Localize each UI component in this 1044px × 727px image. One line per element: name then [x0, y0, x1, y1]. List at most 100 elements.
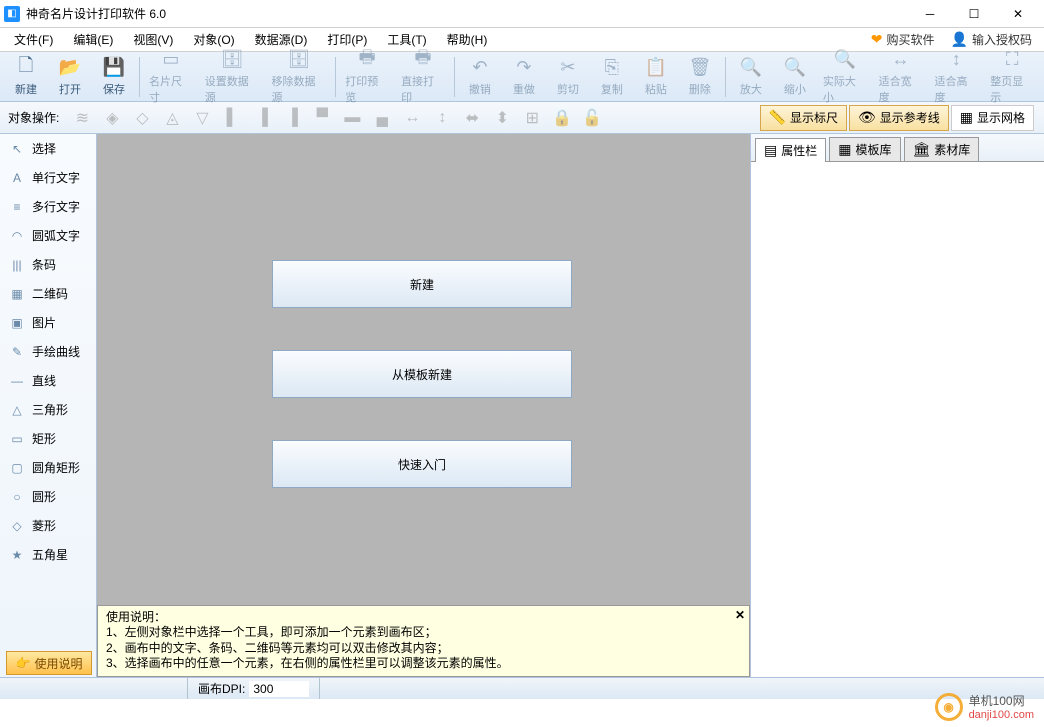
- separator: [139, 57, 140, 97]
- diamond-icon: ◇: [8, 517, 26, 535]
- separator: [725, 57, 726, 97]
- tool-delete[interactable]: 🗑删除: [678, 55, 722, 99]
- tool-paste[interactable]: 📋粘贴: [634, 55, 678, 99]
- rect-icon: ▭: [8, 430, 26, 448]
- tool-preview[interactable]: 🖶打印预览: [339, 47, 395, 107]
- line-icon: —: [8, 372, 26, 390]
- canvas-quickstart-button[interactable]: 快速入门: [272, 440, 572, 488]
- tool-rmds[interactable]: 🗄移除数据源: [266, 47, 333, 107]
- print-icon: 🖶: [412, 49, 434, 71]
- tool-line[interactable]: —直线: [0, 366, 96, 395]
- close-button[interactable]: ✕: [996, 0, 1040, 28]
- obj-distribute-v-icon[interactable]: ↕: [429, 106, 455, 130]
- obj-send-back-icon[interactable]: ◇: [129, 106, 155, 130]
- tool-freehand[interactable]: ✎手绘曲线: [0, 337, 96, 366]
- menu-edit[interactable]: 编辑(E): [63, 28, 123, 51]
- tool-open[interactable]: 📂打开: [48, 55, 92, 99]
- separator: [335, 57, 336, 97]
- obj-bring-front-icon[interactable]: ◈: [99, 106, 125, 130]
- tool-circle[interactable]: ○圆形: [0, 482, 96, 511]
- tool-text-arc[interactable]: ◠圆弧文字: [0, 221, 96, 250]
- new-file-icon: 🗋: [15, 57, 37, 79]
- undo-icon: ↶: [469, 57, 491, 79]
- tool-image[interactable]: ▣图片: [0, 308, 96, 337]
- obj-align-bottom-icon[interactable]: ▄: [369, 106, 395, 130]
- cardsize-icon: ▭: [160, 49, 182, 71]
- help-close-button[interactable]: ✕: [735, 608, 745, 622]
- tool-diamond[interactable]: ◇菱形: [0, 511, 96, 540]
- triangle-icon: △: [8, 401, 26, 419]
- toggle-ruler[interactable]: 📏显示标尺: [760, 105, 847, 131]
- obj-unlock-icon[interactable]: 🔓: [579, 106, 605, 130]
- tool-zoom100[interactable]: 🔍实际大小: [817, 47, 873, 107]
- tool-save[interactable]: 💾保存: [92, 55, 136, 99]
- rtab-templates[interactable]: ▦模板库: [829, 137, 900, 161]
- hand-icon: 👉: [16, 656, 31, 670]
- watermark: ◉ 单机100网 danji100.com: [935, 692, 1034, 721]
- minimize-button[interactable]: ─: [908, 0, 952, 28]
- fitpage-icon: ⛶: [1001, 49, 1023, 71]
- remove-datasource-icon: 🗄: [288, 49, 310, 71]
- tool-rect[interactable]: ▭矩形: [0, 424, 96, 453]
- tool-barcode[interactable]: |||条码: [0, 250, 96, 279]
- tool-zoomout[interactable]: 🔍缩小: [773, 55, 817, 99]
- toggle-grid[interactable]: ▦显示网格: [951, 105, 1034, 131]
- copy-icon: ⎘: [601, 57, 623, 79]
- tool-redo[interactable]: ↷重做: [502, 55, 546, 99]
- obj-align-right-icon[interactable]: ▐: [279, 106, 305, 130]
- help-panel: ✕ 使用说明： 1、左侧对象栏中选择一个工具，即可添加一个元素到画布区； 2、画…: [97, 605, 750, 677]
- templates-icon: ▦: [838, 141, 851, 158]
- tool-select[interactable]: ↖选择: [0, 134, 96, 163]
- open-file-icon: 📂: [59, 57, 81, 79]
- tool-cardsize[interactable]: ▭名片尺寸: [143, 47, 199, 107]
- obj-align-middle-icon[interactable]: ▬: [339, 106, 365, 130]
- rtab-assets[interactable]: 🏛素材库: [904, 137, 980, 161]
- obj-same-height-icon[interactable]: ⬍: [489, 106, 515, 130]
- save-icon: 💾: [103, 57, 125, 79]
- tool-undo[interactable]: ↶撤销: [458, 55, 502, 99]
- obj-align-center-icon[interactable]: ▐: [249, 106, 275, 130]
- tool-print[interactable]: 🖶直接打印: [395, 47, 451, 107]
- ruler-icon: 📏: [769, 109, 786, 126]
- obj-layer-icon[interactable]: ≋: [69, 106, 95, 130]
- obj-bring-forward-icon[interactable]: ◬: [159, 106, 185, 130]
- assets-icon: 🏛: [913, 141, 931, 158]
- tool-fitw[interactable]: ↔适合宽度: [873, 47, 929, 107]
- obj-align-top-icon[interactable]: ▀: [309, 106, 335, 130]
- menu-file[interactable]: 文件(F): [4, 28, 63, 51]
- tool-zoomin[interactable]: 🔍放大: [729, 55, 773, 99]
- obj-lock-icon[interactable]: 🔒: [549, 106, 575, 130]
- tool-fitpage[interactable]: ⛶整页显示: [984, 47, 1040, 107]
- tool-cut[interactable]: ✂剪切: [546, 55, 590, 99]
- arctext-icon: ◠: [8, 227, 26, 245]
- image-icon: ▣: [8, 314, 26, 332]
- maximize-button[interactable]: ☐: [952, 0, 996, 28]
- usage-button[interactable]: 👉使用说明: [6, 651, 92, 675]
- tool-qrcode[interactable]: ▦二维码: [0, 279, 96, 308]
- user-icon: 👤: [951, 31, 968, 48]
- pencil-icon: ✎: [8, 343, 26, 361]
- obj-send-backward-icon[interactable]: ▽: [189, 106, 215, 130]
- tool-setds[interactable]: 🗄设置数据源: [199, 47, 266, 107]
- tool-text-single[interactable]: A单行文字: [0, 163, 96, 192]
- tool-star[interactable]: ★五角星: [0, 540, 96, 569]
- help-line1: 1、左侧对象栏中选择一个工具，即可添加一个元素到画布区；: [106, 625, 741, 641]
- tool-copy[interactable]: ⎘复制: [590, 55, 634, 99]
- obj-same-width-icon[interactable]: ⬌: [459, 106, 485, 130]
- tool-fith[interactable]: ↕适合高度: [928, 47, 984, 107]
- dpi-input[interactable]: [249, 681, 309, 697]
- canvas-new-button[interactable]: 新建: [272, 260, 572, 308]
- object-ops-label: 对象操作:: [8, 109, 59, 126]
- tool-new[interactable]: 🗋新建: [4, 55, 48, 99]
- tool-text-multi[interactable]: ≡多行文字: [0, 192, 96, 221]
- tool-roundrect[interactable]: ▢圆角矩形: [0, 453, 96, 482]
- canvas-template-button[interactable]: 从模板新建: [272, 350, 572, 398]
- obj-distribute-h-icon[interactable]: ↔: [399, 106, 425, 130]
- rtab-properties[interactable]: ▤属性栏: [755, 138, 826, 162]
- obj-align-left-icon[interactable]: ▌: [219, 106, 245, 130]
- obj-group-icon[interactable]: ⊞: [519, 106, 545, 130]
- toggle-guides[interactable]: 👁显示参考线: [849, 105, 949, 131]
- tool-triangle[interactable]: △三角形: [0, 395, 96, 424]
- properties-icon: ▤: [764, 142, 777, 159]
- help-title: 使用说明：: [106, 610, 741, 626]
